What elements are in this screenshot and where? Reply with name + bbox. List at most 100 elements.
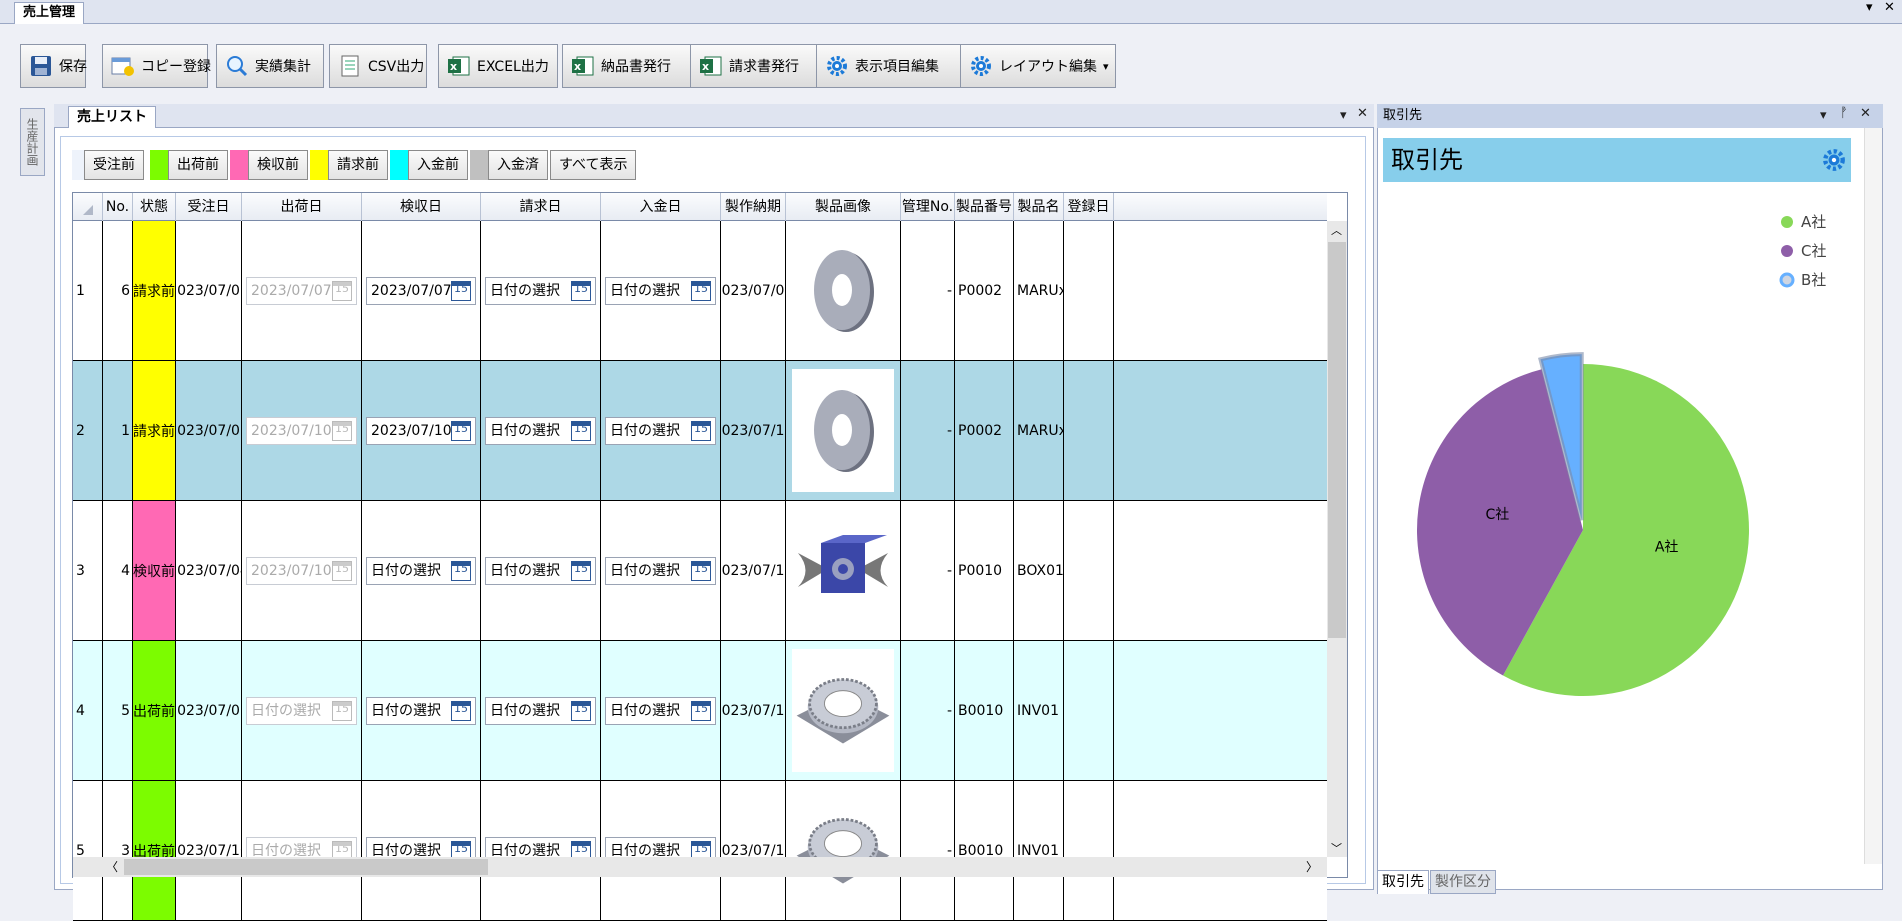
scroll-down-icon[interactable]: ﹀: [1331, 840, 1342, 856]
performance-summary-button[interactable]: 実績集計: [216, 44, 324, 88]
table-row[interactable]: 45出荷前2023/07/07日付の選択15日付の選択15日付の選択15日付の選…: [73, 641, 1327, 781]
date-picker[interactable]: 2023/07/10 15: [246, 417, 357, 445]
filter-before-billing-button[interactable]: 請求前: [310, 150, 388, 180]
panel-dropdown-icon[interactable]: ▾: [1340, 108, 1347, 123]
invoice-button[interactable]: x 請求書発行: [690, 44, 824, 88]
calendar-icon[interactable]: 15: [332, 281, 352, 301]
column-header-no[interactable]: No.: [103, 193, 133, 221]
date-picker[interactable]: 日付の選択 15: [246, 697, 357, 725]
column-header-production-due[interactable]: 製作納期: [721, 193, 786, 221]
calendar-icon[interactable]: 15: [571, 701, 591, 721]
legend-item-label[interactable]: B社: [1801, 271, 1826, 289]
tab-production-category[interactable]: 製作区分: [1430, 870, 1496, 894]
cell-payment-date[interactable]: 日付の選択 15: [601, 781, 721, 920]
date-picker[interactable]: 日付の選択 15: [366, 557, 476, 585]
tab-client[interactable]: 取引先: [1377, 870, 1429, 894]
side-tab-production-plan[interactable]: 生産計画: [20, 108, 45, 176]
cell-inspection-date[interactable]: 2023/07/07 15: [362, 221, 481, 360]
column-header-product-name[interactable]: 製品名: [1014, 193, 1064, 221]
date-picker[interactable]: 日付の選択 15: [605, 417, 716, 445]
cell-ship-date[interactable]: 日付の選択 15: [242, 781, 362, 920]
calendar-icon[interactable]: 15: [332, 421, 352, 441]
cell-payment-date[interactable]: 日付の選択 15: [601, 361, 721, 500]
date-picker[interactable]: 日付の選択 15: [366, 697, 476, 725]
calendar-icon[interactable]: 15: [571, 281, 591, 301]
filter-before-shipment-button[interactable]: 出荷前: [150, 150, 228, 180]
date-picker[interactable]: 日付の選択 15: [605, 557, 716, 585]
column-header-status[interactable]: 状態: [133, 193, 176, 221]
column-header-payment-date[interactable]: 入金日: [601, 193, 721, 221]
calendar-icon[interactable]: 15: [332, 701, 352, 721]
cell-billing-date[interactable]: 日付の選択 15: [481, 501, 601, 640]
cell-ship-date[interactable]: 日付の選択 15: [242, 641, 362, 780]
legend-item-label[interactable]: C社: [1801, 242, 1826, 260]
table-row[interactable]: 34検収前2023/07/042023/07/1015日付の選択15日付の選択1…: [73, 501, 1327, 641]
cell-billing-date[interactable]: 日付の選択 15: [481, 641, 601, 780]
grid-vertical-scroll-thumb[interactable]: [1328, 242, 1346, 638]
calendar-icon[interactable]: 15: [571, 561, 591, 581]
calendar-icon[interactable]: 15: [691, 561, 711, 581]
filter-show-all-button[interactable]: すべて表示: [550, 150, 637, 180]
date-picker[interactable]: 2023/07/10 15: [246, 557, 357, 585]
calendar-icon[interactable]: 15: [691, 421, 711, 441]
copy-register-button[interactable]: コピー登録: [102, 44, 211, 88]
filter-before-payment-button[interactable]: 入金前: [390, 150, 468, 180]
cell-payment-date[interactable]: 日付の選択 15: [601, 641, 721, 780]
cell-ship-date[interactable]: 2023/07/10 15: [242, 361, 362, 500]
scroll-up-icon[interactable]: ︿: [1331, 222, 1342, 238]
cell-inspection-date[interactable]: 日付の選択 15: [362, 501, 481, 640]
panel-close-icon[interactable]: ✕: [1357, 106, 1368, 121]
edit-layout-button[interactable]: レイアウト編集 ▾: [960, 44, 1116, 88]
column-header-registration-date[interactable]: 登録日: [1064, 193, 1114, 221]
date-picker[interactable]: 2023/07/10 15: [366, 417, 476, 445]
grid-horizontal-scroll-thumb[interactable]: [124, 859, 488, 875]
tab-sales-list[interactable]: 売上リスト: [68, 106, 156, 128]
csv-export-button[interactable]: CSV出力: [329, 44, 427, 88]
delivery-note-button[interactable]: x 納品書発行: [562, 44, 692, 88]
save-button[interactable]: 保存: [20, 44, 87, 88]
cell-payment-date[interactable]: 日付の選択 15: [601, 221, 721, 360]
calendar-icon[interactable]: 15: [451, 421, 471, 441]
window-dropdown-icon[interactable]: ▾: [1866, 0, 1873, 15]
pin-icon[interactable]: ᚡ: [1840, 106, 1848, 121]
cell-billing-date[interactable]: 日付の選択 15: [481, 361, 601, 500]
date-picker[interactable]: 日付の選択 15: [485, 697, 596, 725]
cell-inspection-date[interactable]: 日付の選択 15: [362, 781, 481, 920]
column-header-part-number[interactable]: 製品番号: [955, 193, 1014, 221]
column-header-ship-date[interactable]: 出荷日: [242, 193, 362, 221]
chart-settings-gear-icon[interactable]: [1822, 148, 1846, 176]
cell-payment-date[interactable]: 日付の選択 15: [601, 501, 721, 640]
column-header-order-date[interactable]: 受注日: [176, 193, 242, 221]
date-picker[interactable]: 日付の選択 15: [485, 417, 596, 445]
calendar-icon[interactable]: 15: [571, 421, 591, 441]
calendar-icon[interactable]: 15: [691, 701, 711, 721]
table-row[interactable]: 16請求前2023/07/032023/07/07152023/07/0715日…: [73, 221, 1327, 361]
date-picker[interactable]: 日付の選択 15: [605, 277, 716, 305]
calendar-icon[interactable]: 15: [451, 561, 471, 581]
excel-export-button[interactable]: x EXCEL出力: [438, 44, 558, 88]
client-panel-scrollbar[interactable]: [1864, 128, 1882, 864]
client-panel-dropdown-icon[interactable]: ▾: [1820, 108, 1827, 123]
window-close-icon[interactable]: ✕: [1884, 0, 1895, 15]
calendar-icon[interactable]: 15: [691, 281, 711, 301]
calendar-icon[interactable]: 15: [451, 701, 471, 721]
calendar-icon[interactable]: 15: [332, 561, 352, 581]
cell-ship-date[interactable]: 2023/07/07 15: [242, 221, 362, 360]
cell-inspection-date[interactable]: 日付の選択 15: [362, 641, 481, 780]
scroll-left-icon[interactable]: 〈: [106, 858, 118, 875]
table-row[interactable]: 53出荷前2023/07/10日付の選択15日付の選択15日付の選択15日付の選…: [73, 781, 1327, 921]
column-header-billing-date[interactable]: 請求日: [481, 193, 601, 221]
calendar-icon[interactable]: 15: [451, 281, 471, 301]
date-picker[interactable]: 日付の選択 15: [485, 557, 596, 585]
cell-inspection-date[interactable]: 2023/07/10 15: [362, 361, 481, 500]
client-panel-close-icon[interactable]: ✕: [1860, 106, 1871, 121]
date-picker[interactable]: 日付の選択 15: [485, 277, 596, 305]
cell-ship-date[interactable]: 2023/07/10 15: [242, 501, 362, 640]
edit-display-items-button[interactable]: 表示項目編集: [816, 44, 968, 88]
column-header-product-image[interactable]: 製品画像: [786, 193, 901, 221]
filter-paid-button[interactable]: 入金済: [470, 150, 548, 180]
document-tab-sales-management[interactable]: 売上管理: [14, 2, 85, 24]
table-row[interactable]: 21請求前2023/07/062023/07/10152023/07/1015日…: [73, 361, 1327, 501]
column-header-inspection-date[interactable]: 検収日: [362, 193, 481, 221]
date-picker[interactable]: 日付の選択 15: [605, 697, 716, 725]
